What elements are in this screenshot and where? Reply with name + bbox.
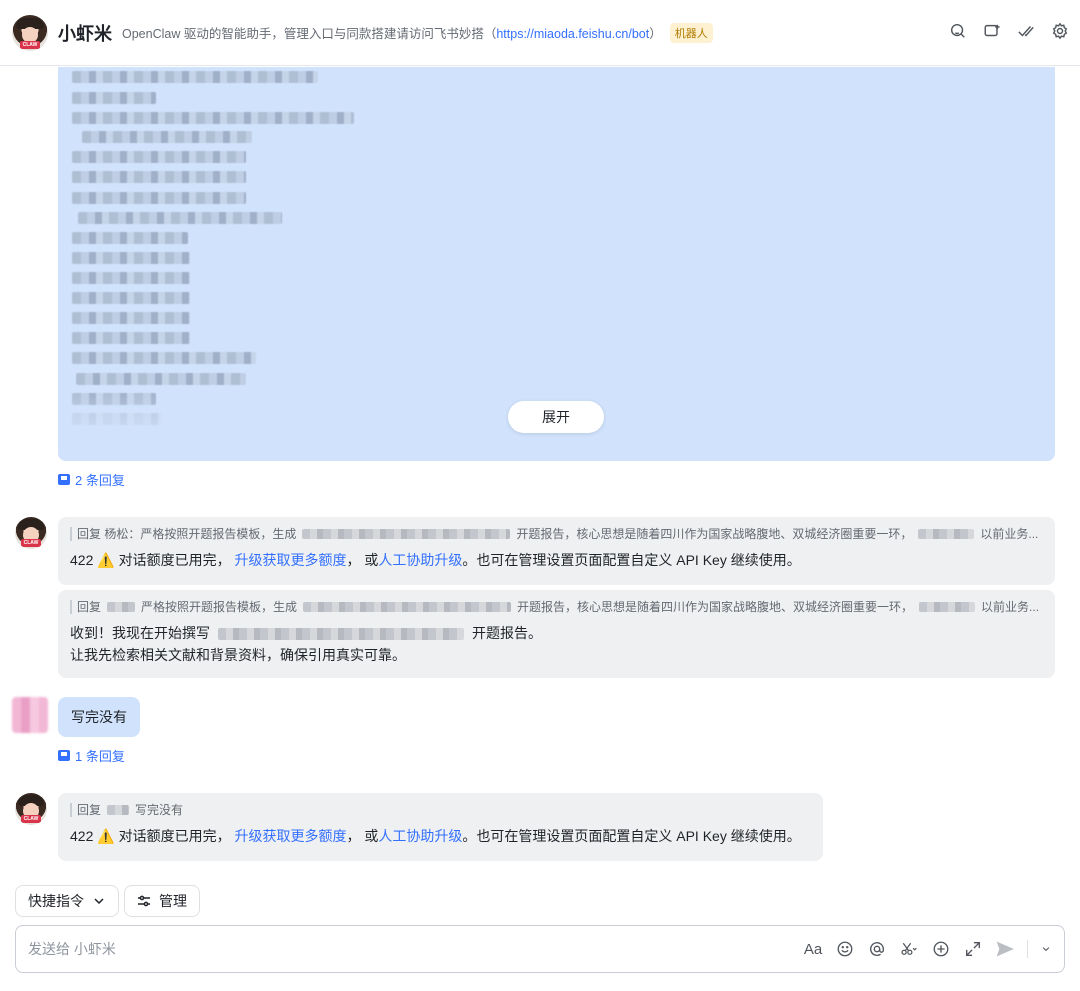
redacted-text [72, 151, 246, 163]
check-icon[interactable] [1016, 21, 1036, 41]
quick-commands-button[interactable]: 快捷指令 [15, 885, 119, 917]
redacted-text [919, 602, 976, 612]
settings-icon[interactable] [1050, 21, 1070, 41]
chevron-down-icon[interactable] [1040, 938, 1052, 960]
redacted-text [72, 352, 256, 364]
user-message: 写完没有 [58, 697, 140, 737]
upgrade-link[interactable]: 升级获取更多额度 [234, 552, 346, 568]
header-actions [948, 21, 1070, 41]
redacted-text [72, 312, 190, 324]
add-chat-icon[interactable] [982, 21, 1002, 41]
redacted-text [72, 92, 156, 104]
message-text: 422 ⚠️ 对话额度已用完， 升级获取更多额度， 或人工协助升级。也可在管理设… [70, 828, 801, 844]
chat-description: OpenClaw 驱动的智能助手，管理入口与同款搭建请访问飞书妙搭（https:… [122, 27, 662, 41]
manual-upgrade-link[interactable]: 人工协助升级 [378, 828, 462, 844]
comment-icon [58, 750, 70, 761]
redacted-text [218, 628, 464, 641]
expand-icon[interactable] [963, 938, 983, 960]
search-icon[interactable] [948, 21, 968, 41]
scissors-icon[interactable] [899, 938, 919, 960]
redacted-text [918, 529, 975, 539]
mention-icon[interactable] [867, 938, 887, 960]
message-composer: Aa [15, 925, 1065, 973]
thread-replies-link[interactable]: 1 条回复 [58, 746, 125, 765]
emoji-icon[interactable] [835, 938, 855, 960]
bot-avatar[interactable]: CLAW [15, 793, 47, 825]
reply-quote[interactable]: 回复 写完没有 [70, 803, 811, 817]
redacted-text [72, 332, 190, 344]
redacted-text [107, 602, 136, 612]
bot-avatar[interactable]: CLAW [12, 14, 48, 51]
redacted-text [78, 212, 282, 224]
bot-message: 回复 严格按照开题报告模板，生成 开题报告，核心思想是随着四川作为国家战略腹地、… [58, 590, 1055, 678]
message-input[interactable] [28, 941, 628, 957]
redacted-text [72, 71, 318, 83]
redacted-text [72, 112, 354, 124]
manual-upgrade-link[interactable]: 人工协助升级 [378, 552, 462, 568]
redacted-text [72, 292, 190, 304]
reply-quote[interactable]: 回复 严格按照开题报告模板，生成 开题报告，核心思想是随着四川作为国家战略腹地、… [70, 600, 1043, 614]
redacted-text [72, 272, 190, 284]
redacted-text [302, 529, 511, 539]
chevron-down-icon [94, 898, 104, 905]
redacted-text [72, 171, 246, 183]
user-avatar[interactable] [12, 697, 48, 733]
send-icon[interactable] [995, 938, 1015, 960]
redacted-text [107, 805, 130, 815]
bot-message: 回复 杨松： 严格按照开题报告模板，生成 开题报告，核心思想是随着四川作为国家战… [58, 517, 1055, 585]
warning-icon: ⚠️ [97, 828, 115, 844]
bot-avatar[interactable]: CLAW [15, 517, 47, 549]
redacted-text [82, 131, 252, 143]
plus-circle-icon[interactable] [931, 938, 951, 960]
message-text: 让我先检索相关文献和背景资料，确保引用真实可靠。 [70, 647, 406, 663]
bot-badge: 机器人 [669, 22, 713, 43]
warning-icon: ⚠️ [97, 552, 115, 568]
composer-tools: Aa [803, 938, 1052, 960]
thread-replies-link[interactable]: 2 条回复 [58, 470, 125, 489]
chat-header: CLAW 小虾米 OpenClaw 驱动的智能助手，管理入口与同款搭建请访问飞书… [0, 0, 1080, 66]
collapsed-message-card: 展开 [58, 67, 1055, 461]
comment-icon [58, 474, 70, 485]
redacted-text [72, 252, 190, 264]
description-link[interactable]: https://miaoda.feishu.cn/bot [496, 27, 649, 41]
redacted-text [303, 602, 512, 612]
redacted-text [72, 232, 188, 244]
upgrade-link[interactable]: 升级获取更多额度 [234, 828, 346, 844]
redacted-text [72, 192, 246, 204]
reply-quote[interactable]: 回复 杨松： 严格按照开题报告模板，生成 开题报告，核心思想是随着四川作为国家战… [70, 527, 1043, 541]
sliders-icon [138, 895, 150, 907]
manage-button[interactable]: 管理 [124, 885, 200, 917]
message-text: 422 ⚠️ 对话额度已用完， 升级获取更多额度， 或人工协助升级。也可在管理设… [70, 552, 801, 568]
bot-message: 回复 写完没有 422 ⚠️ 对话额度已用完， 升级获取更多额度， 或人工协助升… [58, 793, 823, 861]
text-format-icon[interactable]: Aa [803, 938, 823, 960]
expand-button[interactable]: 展开 [508, 401, 604, 433]
redacted-text [76, 373, 246, 385]
message-text: 收到！我现在开始撰写 开题报告。 [70, 625, 542, 641]
chat-title[interactable]: 小虾米 [58, 20, 112, 46]
